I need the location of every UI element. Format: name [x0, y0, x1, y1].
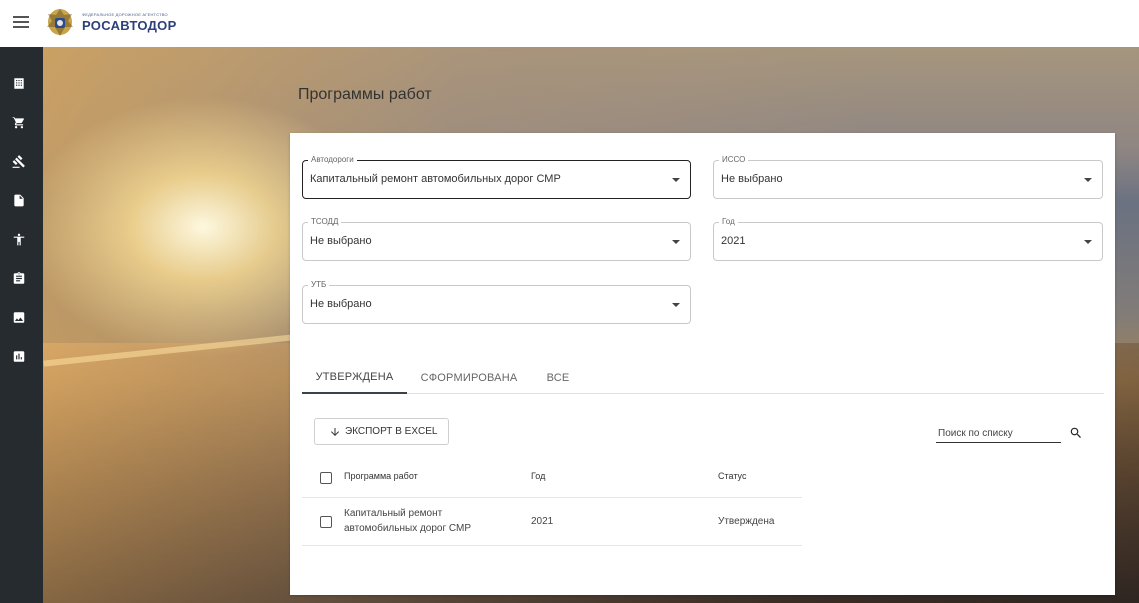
- document-icon[interactable]: [12, 193, 26, 207]
- filter-card: Автодороги Капитальный ремонт автомобиль…: [290, 133, 1115, 595]
- logo[interactable]: ФЕДЕРАЛЬНОЕ ДОРОЖНОЕ АГЕНТСТВО РОСАВТОДО…: [44, 5, 177, 39]
- tab-all[interactable]: ВСЕ: [534, 361, 582, 394]
- image-icon[interactable]: [12, 310, 26, 324]
- tsodd-label: ТСОДД: [308, 217, 342, 227]
- cart-icon[interactable]: [12, 115, 26, 129]
- sidebar: [0, 47, 43, 603]
- roads-label: Автодороги: [308, 155, 357, 165]
- isso-select[interactable]: ИССО Не выбрано: [713, 155, 1103, 199]
- table-header: Программа работ Год Статус: [302, 457, 802, 498]
- column-year[interactable]: Год: [531, 471, 545, 481]
- column-status[interactable]: Статус: [718, 471, 746, 481]
- emblem-icon: [47, 9, 73, 36]
- year-value: 2021: [721, 235, 746, 247]
- roads-select[interactable]: Автодороги Капитальный ремонт автомобиль…: [302, 155, 691, 199]
- export-excel-button[interactable]: ЭКСПОРТ В EXCEL: [314, 418, 449, 445]
- page-title: Программы работ: [298, 86, 432, 103]
- building-icon[interactable]: [12, 76, 26, 90]
- dropdown-arrow-icon: [672, 303, 680, 307]
- isso-label: ИССО: [719, 155, 749, 165]
- tab-formed[interactable]: СФОРМИРОВАНА: [413, 361, 525, 394]
- year-select[interactable]: Год 2021: [713, 217, 1103, 261]
- chart-icon[interactable]: [12, 349, 26, 363]
- programs-table: Программа работ Год Статус Капитальный р…: [302, 457, 802, 546]
- utb-select[interactable]: УТБ Не выбрано: [302, 280, 691, 324]
- select-all-checkbox[interactable]: [320, 472, 332, 484]
- gavel-icon[interactable]: [12, 154, 26, 168]
- row-checkbox[interactable]: [320, 516, 332, 528]
- dropdown-arrow-icon: [1084, 240, 1092, 244]
- search-field: [936, 423, 1061, 443]
- accessibility-icon[interactable]: [12, 232, 26, 246]
- program-name-line1: Капитальный ремонт: [344, 508, 443, 519]
- column-program[interactable]: Программа работ: [344, 471, 418, 481]
- program-name: Капитальный ремонт автомобильных дорог С…: [344, 506, 471, 536]
- dropdown-arrow-icon: [1084, 178, 1092, 182]
- year-label: Год: [719, 217, 738, 227]
- search-icon[interactable]: [1069, 426, 1083, 440]
- dropdown-arrow-icon: [672, 240, 680, 244]
- search-input[interactable]: [936, 424, 1061, 443]
- program-status: Утверждена: [718, 516, 775, 527]
- export-label: ЭКСПОРТ В EXCEL: [345, 426, 438, 437]
- roads-value: Капитальный ремонт автомобильных дорог С…: [310, 173, 561, 185]
- tsodd-select[interactable]: ТСОДД Не выбрано: [302, 217, 691, 261]
- tab-approved[interactable]: УТВЕРЖДЕНА: [302, 361, 407, 394]
- clipboard-icon[interactable]: [12, 271, 26, 285]
- isso-value: Не выбрано: [721, 173, 783, 185]
- utb-value: Не выбрано: [310, 298, 372, 310]
- tsodd-value: Не выбрано: [310, 235, 372, 247]
- logo-title: РОСАВТОДОР: [82, 17, 177, 33]
- table-row[interactable]: Капитальный ремонт автомобильных дорог С…: [302, 498, 802, 546]
- arrow-down-icon: [331, 427, 339, 436]
- program-year: 2021: [531, 516, 554, 527]
- utb-label: УТБ: [308, 280, 330, 290]
- menu-icon[interactable]: [13, 16, 29, 30]
- program-name-line2: автомобильных дорог СМР: [344, 523, 472, 534]
- dropdown-arrow-icon: [672, 178, 680, 182]
- top-bar: ФЕДЕРАЛЬНОЕ ДОРОЖНОЕ АГЕНТСТВО РОСАВТОДО…: [0, 0, 1139, 47]
- status-tabs: УТВЕРЖДЕНА СФОРМИРОВАНА ВСЕ: [302, 361, 1104, 394]
